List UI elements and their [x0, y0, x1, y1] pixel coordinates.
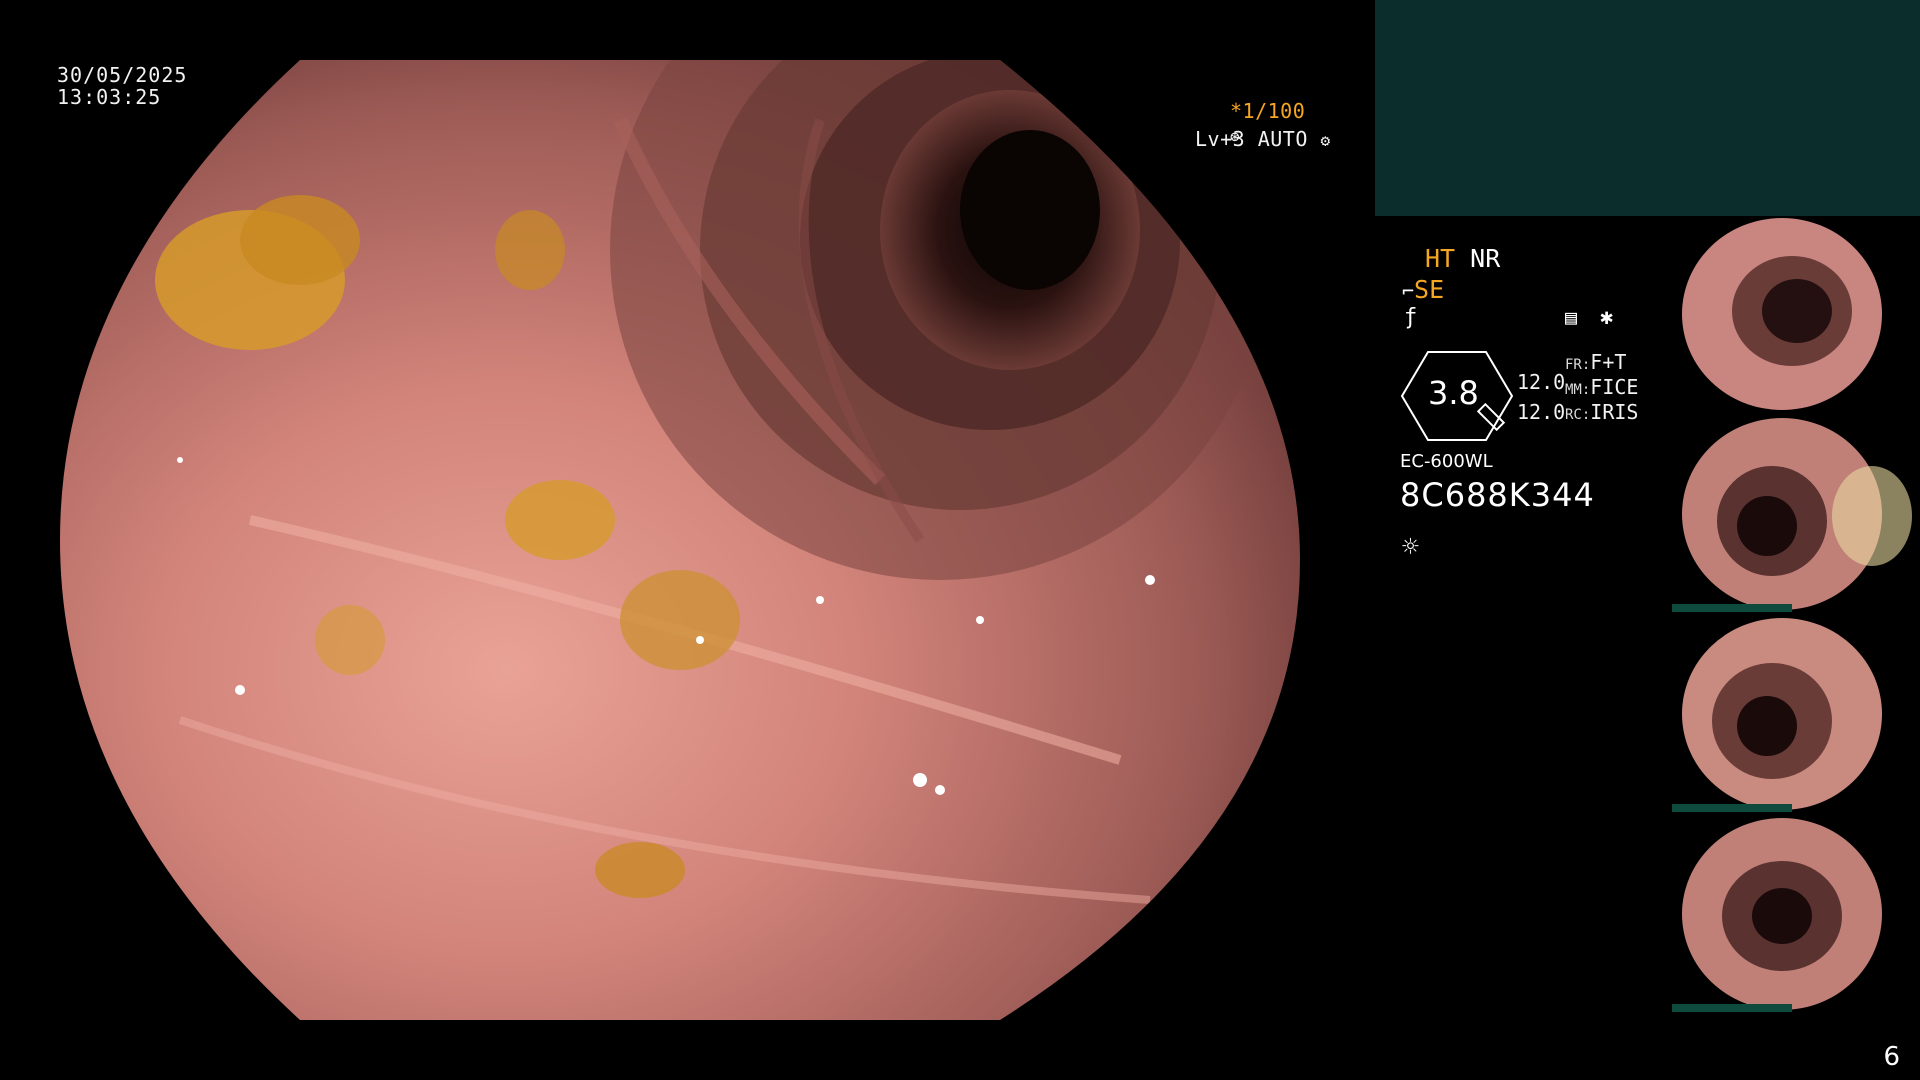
- endoscope-image: [60, 60, 1300, 1020]
- thumbnail-3[interactable]: [1672, 616, 1920, 812]
- date-text: 30/05/2025: [57, 63, 188, 87]
- gauge: 3.8: [1400, 350, 1514, 442]
- thumbnail-image: [1682, 418, 1912, 610]
- level-row: Lv+3 AUTO ⚙: [1195, 127, 1335, 151]
- mode-text: AUTO: [1257, 127, 1308, 151]
- rc-label: RC:: [1565, 407, 1591, 423]
- shutter-text: *1/100: [1230, 99, 1306, 123]
- rc-row: RC:IRIS: [1565, 400, 1638, 424]
- mm-row: MM:FICE: [1565, 375, 1638, 399]
- page-number: 6: [1883, 1042, 1900, 1072]
- record-icon: ▤: [1565, 305, 1578, 329]
- fr-row: FR:F+T: [1565, 350, 1626, 374]
- endoscope-view: [0, 0, 1330, 1080]
- gauge-value: 3.8: [1428, 374, 1479, 412]
- value-a: 12.0: [1517, 370, 1566, 394]
- gear-icon: ⚙: [1320, 131, 1331, 150]
- thumbnail-strip: [1672, 604, 1792, 612]
- time-text: 13:03:25: [57, 85, 162, 109]
- serial-number: 8C688K344: [1400, 476, 1595, 514]
- se-row: ⌐SE: [1402, 275, 1444, 304]
- se-icon: ⌐: [1402, 279, 1415, 303]
- thumbnail-2[interactable]: [1672, 416, 1920, 612]
- fr-label: FR:: [1565, 357, 1591, 373]
- thumbnail-image: [1682, 218, 1882, 410]
- asterisk-icon: ✱: [1600, 305, 1614, 330]
- thumbnail-strip: [1672, 1004, 1792, 1012]
- thumbnail-4[interactable]: [1672, 816, 1920, 1012]
- thumbnail-strip: [1672, 804, 1792, 812]
- f-icon: ƒ: [1404, 305, 1418, 330]
- se-label: SE: [1414, 275, 1445, 304]
- thumbnail-1[interactable]: [1672, 216, 1920, 412]
- nr-label: NR: [1470, 244, 1501, 273]
- fr-value: F+T: [1590, 350, 1627, 374]
- rc-value: IRIS: [1590, 400, 1639, 424]
- ht-label: HT: [1425, 244, 1456, 273]
- timestamp: 30/05/2025 13:03:25: [57, 64, 187, 108]
- info-panel-box: [1375, 0, 1920, 216]
- mm-value: FICE: [1590, 375, 1639, 399]
- thumbnail-image: [1682, 618, 1882, 810]
- lightbulb-sun-icon: ☼: [1402, 530, 1419, 563]
- value-b: 12.0: [1517, 400, 1566, 424]
- scope-model: EC-600WL: [1400, 451, 1493, 472]
- mm-label: MM:: [1565, 382, 1591, 398]
- level-text: Lv+3: [1195, 127, 1246, 151]
- ht-nr-row: HT NR: [1425, 244, 1500, 273]
- thumbnail-image: [1682, 818, 1882, 1010]
